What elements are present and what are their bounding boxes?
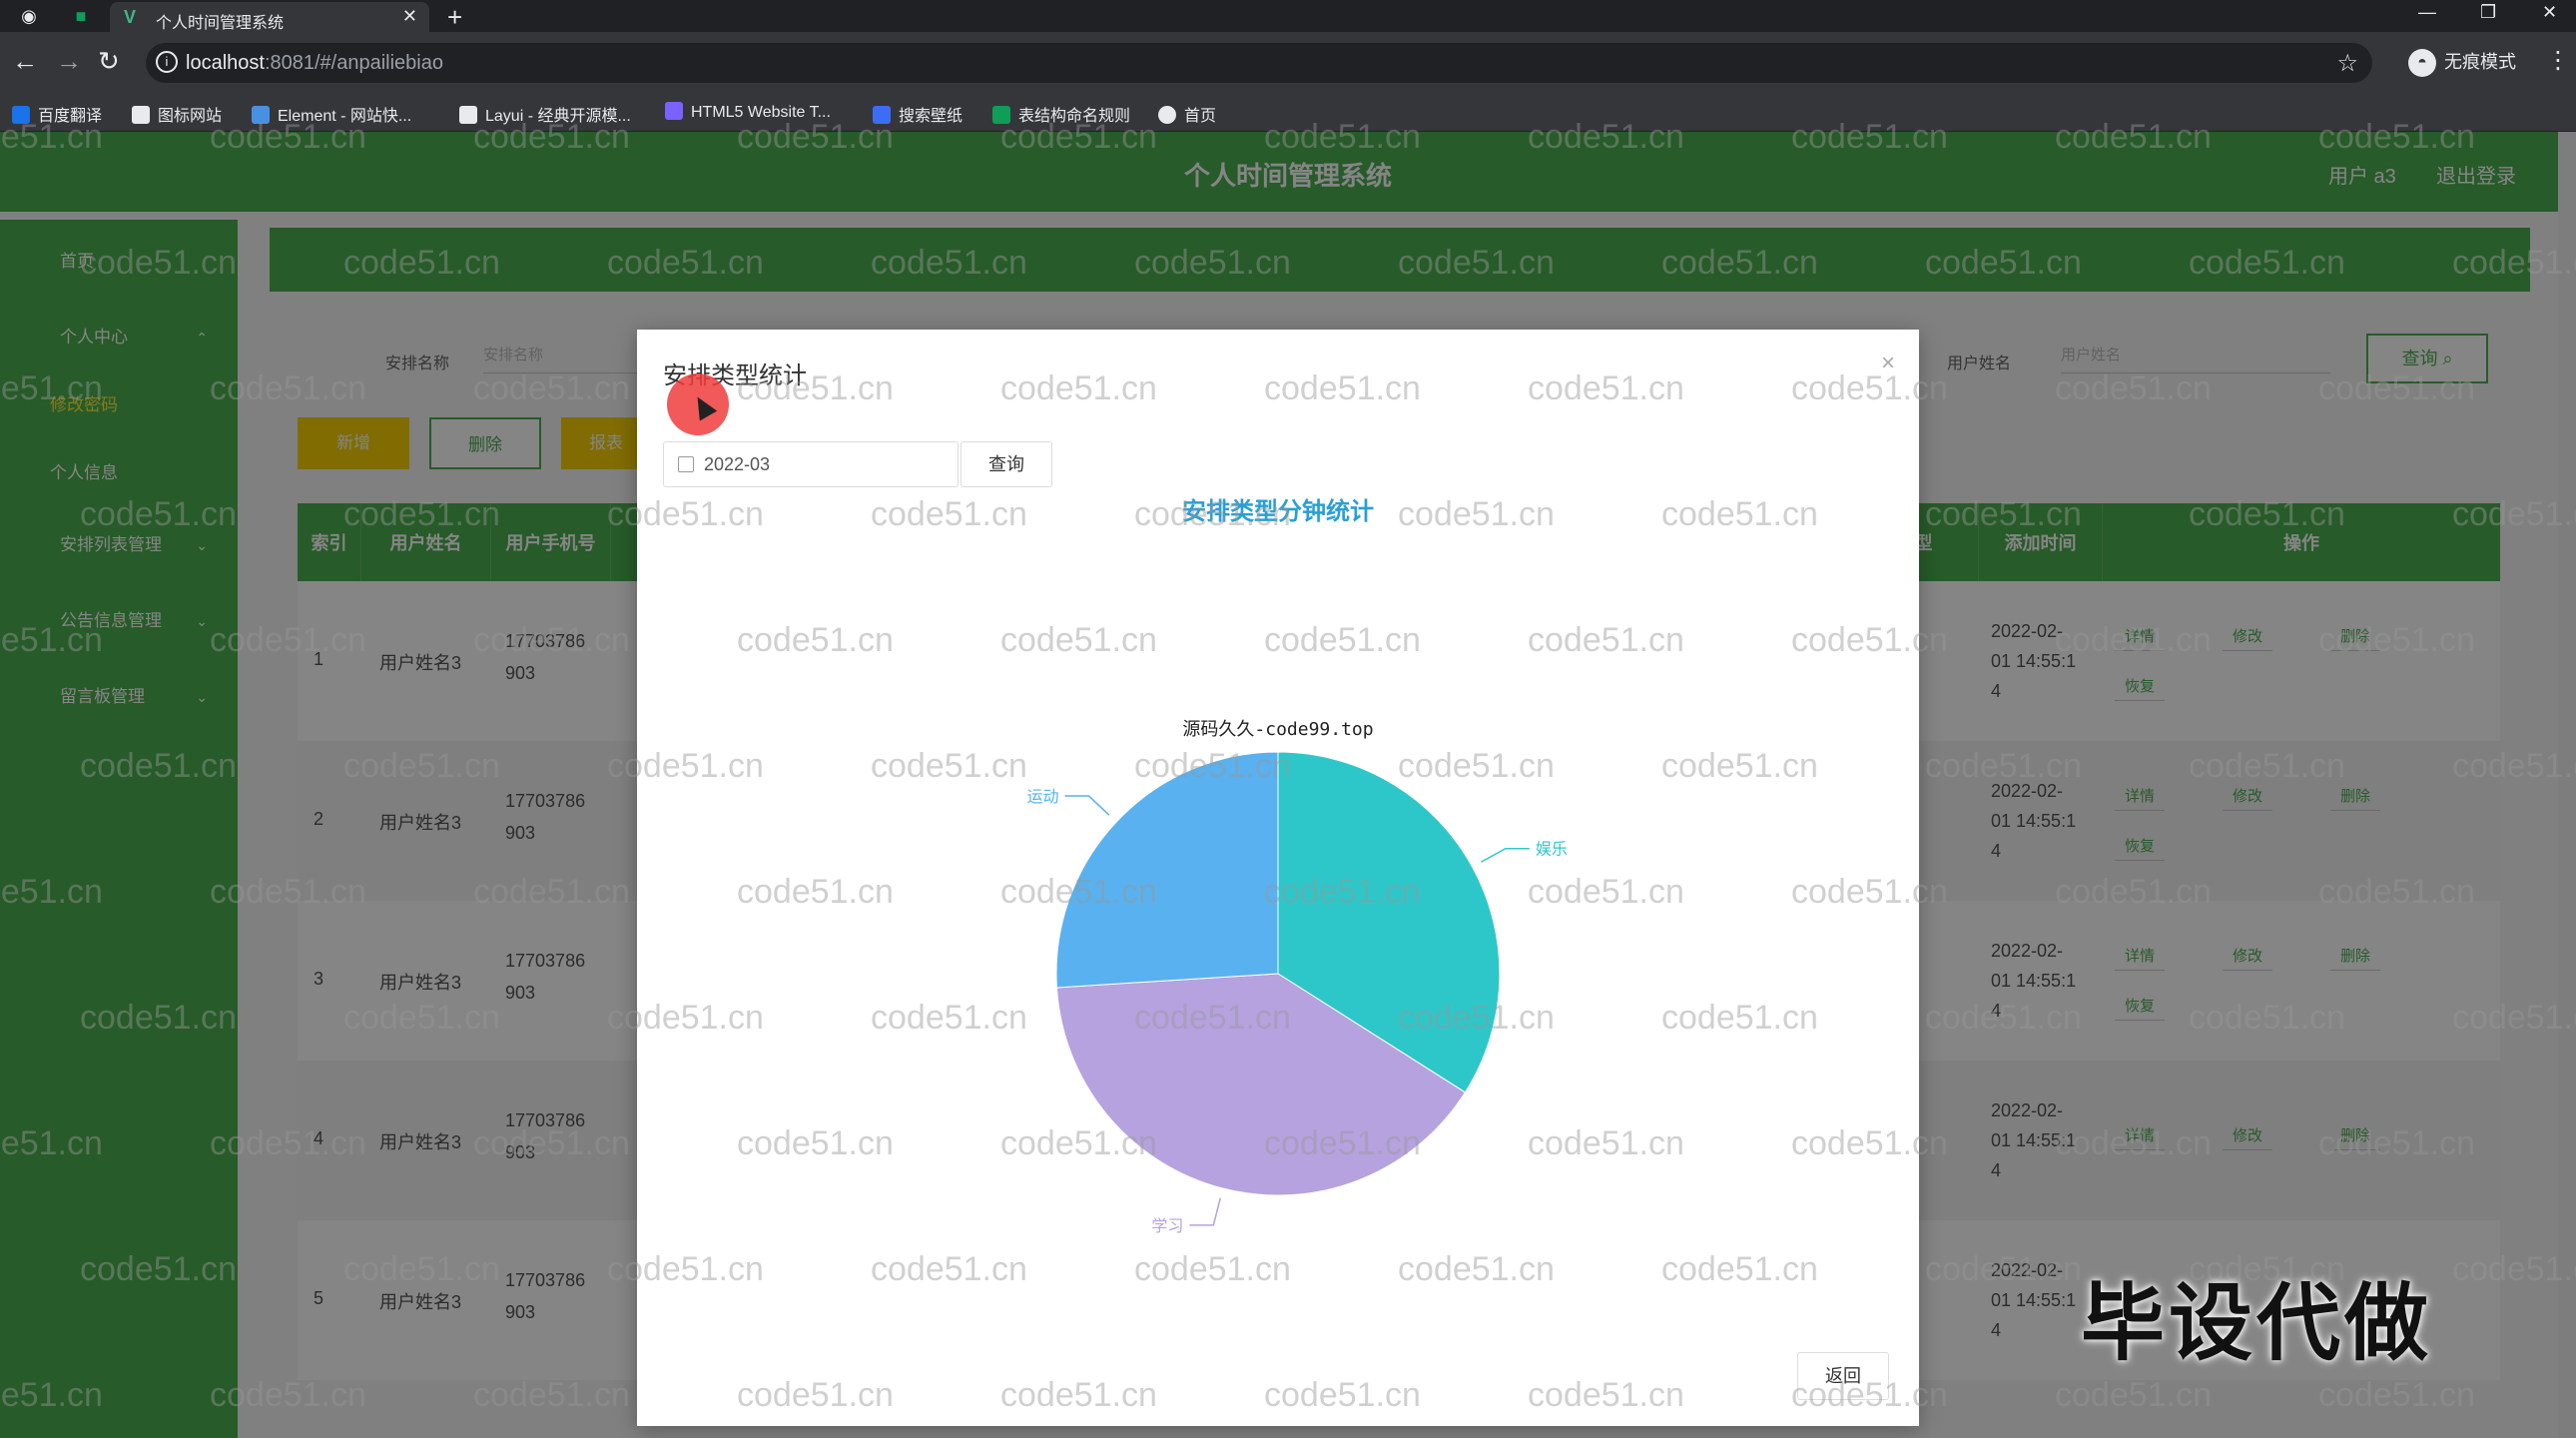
pie-leader-line-2 xyxy=(1064,795,1110,816)
vue-favicon-icon: V xyxy=(124,7,137,27)
minimize-icon[interactable]: — xyxy=(2418,2,2436,23)
chart-subtitle: 源码久久-code99.top xyxy=(1182,719,1373,740)
pinned-tab-icon[interactable]: ■ xyxy=(70,5,92,27)
restore-window-icon[interactable]: ❐ xyxy=(2480,2,2496,23)
browser-menu-icon[interactable]: ◉ xyxy=(18,5,40,27)
sheet-logo-icon xyxy=(992,106,1010,124)
forward-icon[interactable]: → xyxy=(56,46,82,77)
browser-address-bar: ← → ↻ i localhost:8081/#/anpailiebiao ☆ … xyxy=(0,32,2576,94)
bookmark-favicon-icon xyxy=(12,106,30,124)
bookmark-star-icon[interactable]: ☆ xyxy=(2336,49,2358,78)
close-window-icon[interactable]: ✕ xyxy=(2542,2,2557,23)
globe-icon xyxy=(1158,106,1176,124)
new-tab-icon[interactable]: + xyxy=(447,2,462,33)
pie-chart: 源码久久-code99.top 娱乐学习 运动 xyxy=(1026,719,1568,1235)
bookmark-item[interactable]: 表结构命名规则 xyxy=(992,102,1130,126)
incognito-label: 无痕模式 xyxy=(2444,52,2516,72)
bookmark-item[interactable]: Element - 网站快... xyxy=(252,102,411,126)
bookmarks-bar: 百度翻译 图标网站 Element - 网站快... Layui - 经典开源模… xyxy=(0,94,2576,132)
pie-label-0: 娱乐 xyxy=(1536,841,1568,859)
url-field[interactable]: i localhost:8081/#/anpailiebiao ☆ xyxy=(146,43,2372,83)
browser-tab-active[interactable]: V 个人时间管理系统 ✕ xyxy=(110,2,429,32)
url-path: :8081/#/anpailiebiao xyxy=(264,52,443,74)
browser-tab-bar: ◉ ■ V 个人时间管理系统 ✕ + — ❐ ✕ xyxy=(0,0,2576,32)
bookmark-item[interactable]: 搜索壁纸 xyxy=(873,102,963,126)
pie-slice-2[interactable] xyxy=(1055,751,1279,989)
wallpaper-logo-icon xyxy=(873,106,891,124)
bookmark-item[interactable]: HTML5 Website T... xyxy=(665,102,831,122)
pie-leader-line-0 xyxy=(1480,847,1530,863)
pie-label-1: 学习 xyxy=(1151,1217,1183,1235)
bookmark-item[interactable]: 首页 xyxy=(1158,102,1216,126)
site-info-icon[interactable]: i xyxy=(156,51,178,73)
layui-logo-icon xyxy=(459,106,477,124)
tab-close-icon[interactable]: ✕ xyxy=(402,6,417,27)
incognito-icon: ◓ xyxy=(2408,49,2436,78)
pie-leader-line-1 xyxy=(1189,1197,1222,1226)
stats-dialog: 安排类型统计 × 2022-03 查询 安排类型分钟统计 源码久久-code99… xyxy=(637,330,1919,1426)
reload-icon[interactable]: ↻ xyxy=(98,46,120,77)
html5-logo-icon xyxy=(665,102,683,120)
bookmark-item[interactable]: 图标网站 xyxy=(132,102,222,126)
pie-label-2: 运动 xyxy=(1026,788,1058,806)
return-button[interactable]: 返回 xyxy=(1797,1352,1889,1400)
back-icon[interactable]: ← xyxy=(12,46,38,77)
bookmark-item[interactable]: Layui - 经典开源模... xyxy=(459,102,631,126)
url-host: localhost xyxy=(186,52,265,74)
browser-more-icon[interactable]: ⋮ xyxy=(2546,46,2570,75)
bookmark-item[interactable]: 百度翻译 xyxy=(12,102,102,126)
flag-icon xyxy=(132,106,150,124)
element-logo-icon xyxy=(252,106,270,124)
corner-watermark: 毕设代做 xyxy=(2081,1276,2433,1370)
incognito-indicator[interactable]: ◓ 无痕模式 xyxy=(2408,48,2516,78)
tab-title: 个人时间管理系统 xyxy=(156,15,285,32)
